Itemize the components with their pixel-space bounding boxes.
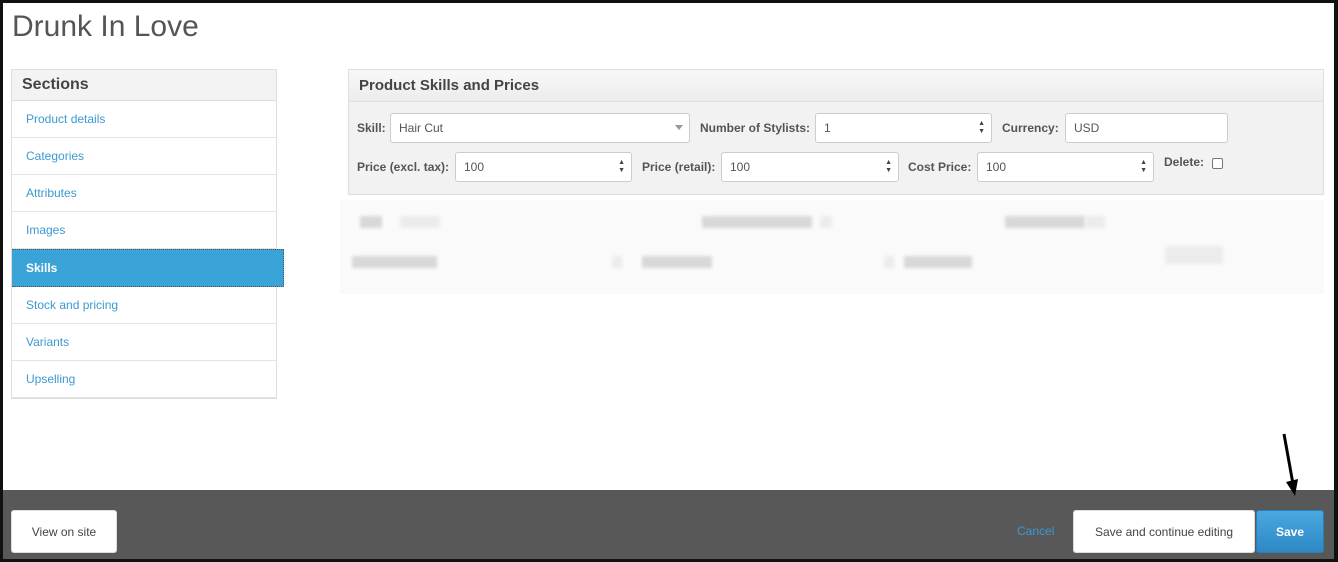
cost-price-input[interactable]: 100 ▲ ▼: [977, 152, 1154, 182]
stepper-icon[interactable]: ▲ ▼: [885, 159, 892, 175]
stylists-value: 1: [824, 121, 831, 135]
stepper-icon[interactable]: ▲ ▼: [1140, 159, 1147, 175]
currency-label: Currency:: [1002, 121, 1059, 135]
stylists-label: Number of Stylists:: [700, 121, 811, 135]
save-button[interactable]: Save: [1256, 510, 1324, 553]
skill-label: Skill:: [357, 121, 386, 135]
redacted-bar: [612, 256, 622, 268]
skill-select[interactable]: Hair Cut: [390, 113, 690, 143]
sidebar-item-variants[interactable]: Variants: [12, 324, 276, 361]
sections-header: Sections: [12, 70, 276, 101]
view-on-site-button[interactable]: View on site: [11, 510, 117, 553]
currency-value: USD: [1074, 121, 1100, 135]
cancel-link[interactable]: Cancel: [1017, 524, 1054, 538]
footer-bar: View on site Cancel Save and continue ed…: [3, 490, 1334, 559]
redacted-bar: [352, 256, 437, 268]
annotation-arrow-icon: [1282, 433, 1298, 496]
skills-panel: Product Skills and Prices Skill: Hair Cu…: [348, 69, 1324, 195]
delete-label: Delete:: [1164, 155, 1205, 169]
sidebar-item-product-details[interactable]: Product details: [12, 101, 276, 138]
sidebar-item-skills[interactable]: Skills: [12, 249, 284, 287]
sidebar-item-upselling[interactable]: Upselling: [12, 361, 276, 398]
sections-sidebar: Sections Product details Categories Attr…: [11, 69, 284, 399]
price-excl-value: 100: [464, 160, 485, 174]
price-retail-label: Price (retail):: [642, 160, 716, 174]
delete-checkbox[interactable]: [1212, 158, 1223, 169]
price-excl-label: Price (excl. tax):: [357, 160, 450, 174]
skill-select-value: Hair Cut: [399, 121, 444, 135]
page-title: Drunk In Love: [12, 10, 199, 43]
redacted-bar: [884, 256, 894, 268]
save-continue-button[interactable]: Save and continue editing: [1073, 510, 1255, 553]
sidebar-item-images[interactable]: Images: [12, 212, 276, 249]
stylists-input[interactable]: 1 ▲ ▼: [815, 113, 992, 143]
panel-title: Product Skills and Prices: [349, 70, 1323, 102]
redacted-bar: [904, 256, 972, 268]
redacted-content: [340, 200, 1324, 294]
redacted-bar: [820, 216, 832, 228]
chevron-down-icon: [675, 125, 683, 130]
redacted-bar: [1085, 216, 1105, 228]
redacted-bar: [702, 216, 812, 228]
stepper-icon[interactable]: ▲ ▼: [978, 120, 985, 136]
cost-price-value: 100: [986, 160, 1007, 174]
cost-price-label: Cost Price:: [908, 160, 972, 174]
redacted-bar: [400, 216, 440, 228]
redacted-bar: [642, 256, 712, 268]
stepper-icon[interactable]: ▲ ▼: [618, 159, 625, 175]
redacted-bar: [360, 216, 382, 228]
sidebar-item-categories[interactable]: Categories: [12, 138, 276, 175]
price-retail-input[interactable]: 100 ▲ ▼: [721, 152, 899, 182]
redacted-bar: [1165, 246, 1223, 264]
price-retail-value: 100: [730, 160, 751, 174]
sidebar-item-stock-and-pricing[interactable]: Stock and pricing: [12, 287, 276, 324]
redacted-bar: [1005, 216, 1085, 228]
currency-input[interactable]: USD: [1065, 113, 1228, 143]
price-excl-input[interactable]: 100 ▲ ▼: [455, 152, 632, 182]
sidebar-item-attributes[interactable]: Attributes: [12, 175, 276, 212]
